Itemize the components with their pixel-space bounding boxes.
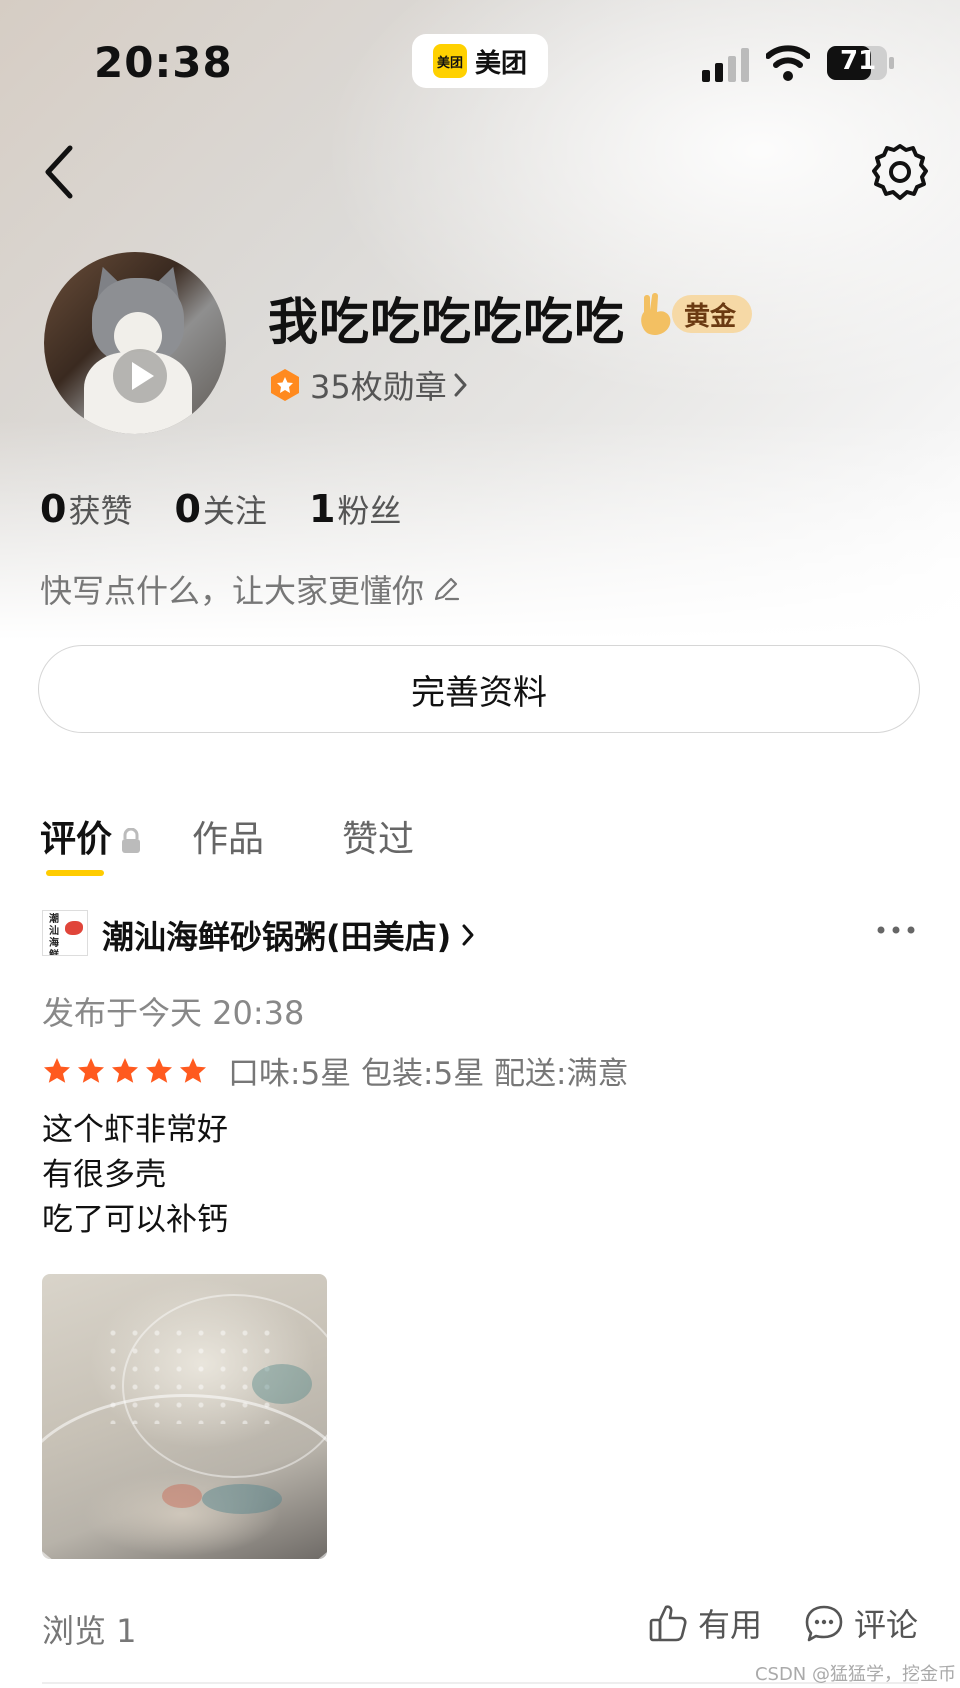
star-rating (42, 1056, 212, 1086)
app-indicator-pill: 美团 美团 (412, 34, 548, 88)
active-tab-indicator (46, 870, 104, 876)
content-tabs: 评价 作品 赞过 (40, 810, 414, 862)
battery-indicator: 71 (826, 44, 896, 82)
photo-detail (202, 1484, 282, 1514)
stat-likes[interactable]: 0 获赞 (40, 486, 132, 532)
tab-label: 评价 (40, 819, 113, 860)
play-icon[interactable] (112, 348, 168, 404)
view-count: 浏览 1 (42, 1612, 137, 1650)
publish-time: 发布于今天 20:38 (42, 994, 305, 1032)
bio-edit[interactable]: 快写点什么，让大家更懂你 (40, 566, 460, 612)
avatar[interactable] (44, 252, 226, 434)
wifi-icon (766, 45, 810, 81)
stat-label: 获赞 (68, 492, 133, 530)
comment-label: 评论 (854, 1606, 919, 1644)
comment-bubble-icon (805, 1605, 843, 1642)
cellular-signal-icon (702, 48, 749, 82)
watermark: CSDN @猛猛学，挖金币 (754, 1664, 956, 1685)
lock-icon (122, 827, 141, 853)
tab-reviews[interactable]: 评价 (40, 810, 142, 862)
settings-gear-icon[interactable] (868, 142, 932, 206)
shop-logo-text: 潮汕海鲜砂锅粥 (49, 914, 59, 956)
pencil-icon (434, 577, 460, 601)
star-icon (180, 1057, 206, 1083)
review-line: 有很多壳 (42, 1157, 166, 1193)
stat-followers[interactable]: 1 粉丝 (309, 486, 401, 532)
level-label: 黄金 (672, 295, 753, 333)
profile-stats: 0 获赞 0 关注 1 粉丝 (40, 486, 401, 532)
more-options-icon[interactable] (876, 918, 916, 942)
tab-works[interactable]: 作品 (192, 810, 264, 862)
battery-level: 71 (840, 46, 877, 76)
shop-logo[interactable]: 潮汕海鲜砂锅粥 (42, 910, 88, 956)
meituan-logo-icon: 美团 (432, 44, 467, 78)
back-button[interactable] (38, 142, 86, 202)
nickname: 我吃吃吃吃吃吃 (268, 293, 625, 351)
useful-button[interactable]: 有用 (648, 1600, 762, 1646)
level-badge[interactable]: 黄金 (638, 292, 753, 336)
stat-number: 1 (308, 487, 336, 531)
star-icon (146, 1057, 172, 1083)
star-icon (112, 1057, 138, 1083)
photo-detail (162, 1484, 202, 1508)
medals-link[interactable]: 35枚勋章 (268, 362, 469, 408)
ratings-detail: 口味:5星 包装:5星 配送:满意 (228, 1056, 629, 1092)
shop-name: 潮汕海鲜砂锅粥(田美店) (102, 918, 452, 956)
star-icon (78, 1057, 104, 1083)
fish-icon (65, 921, 83, 935)
review-photo[interactable] (42, 1274, 327, 1559)
status-time: 20:38 (94, 38, 233, 87)
comment-button[interactable]: 评论 (804, 1600, 918, 1646)
star-icon (44, 1057, 70, 1083)
stat-label: 粉丝 (337, 492, 402, 530)
stat-number: 0 (174, 487, 201, 531)
chevron-right-icon (462, 924, 474, 946)
review-line: 这个虾非常好 (42, 1112, 228, 1148)
tab-liked[interactable]: 赞过 (342, 810, 414, 862)
medal-icon (271, 369, 299, 401)
medals-count: 35枚勋章 (310, 368, 447, 406)
stat-following[interactable]: 0 关注 (174, 486, 266, 532)
app-name: 美团 (474, 48, 527, 79)
photo-detail (252, 1364, 312, 1404)
edit-profile-button[interactable]: 完善资料 (38, 645, 920, 733)
rating-row: 口味:5星 包装:5星 配送:满意 (42, 1048, 629, 1093)
thumbs-up-icon (649, 1605, 687, 1642)
review-text: 这个虾非常好 有很多壳 吃了可以补钙 (42, 1108, 228, 1243)
stat-number: 0 (40, 487, 67, 531)
useful-label: 有用 (698, 1606, 763, 1644)
hand-gesture-icon (641, 293, 671, 335)
shop-link[interactable]: 潮汕海鲜砂锅粥(田美店) (102, 912, 475, 958)
review-line: 吃了可以补钙 (42, 1202, 228, 1238)
chevron-right-icon (454, 373, 467, 397)
stat-label: 关注 (202, 492, 267, 530)
bio-placeholder: 快写点什么，让大家更懂你 (40, 572, 425, 610)
